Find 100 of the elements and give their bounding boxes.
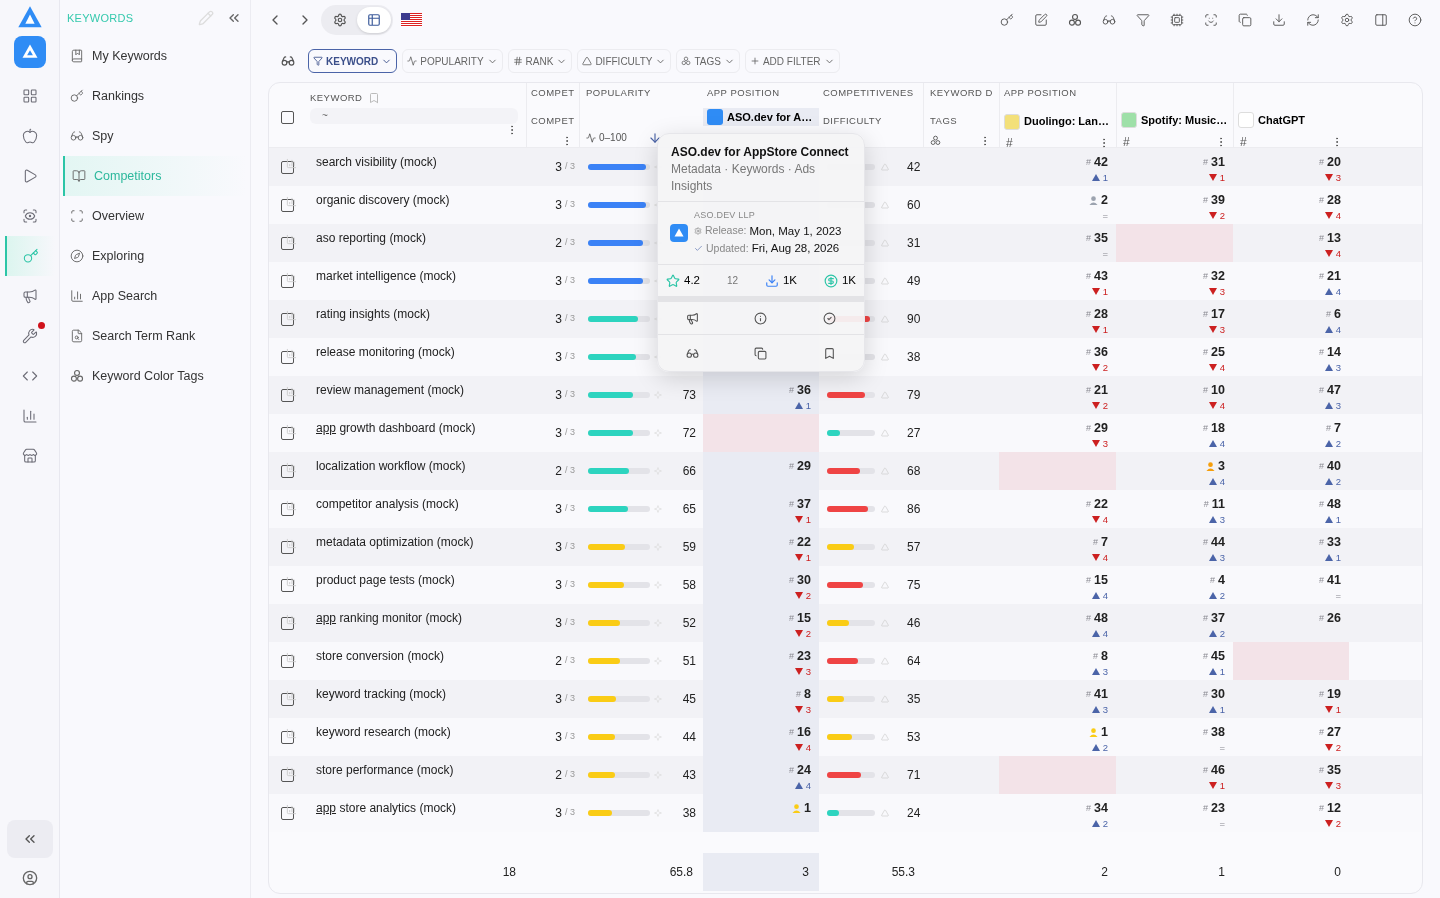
row-checkbox[interactable] bbox=[281, 198, 294, 212]
column-header[interactable]: TAGS bbox=[930, 114, 999, 129]
nav-item[interactable]: Exploring bbox=[63, 236, 247, 276]
keyword-text[interactable]: rating insights (mock) bbox=[316, 305, 431, 323]
keyword-text[interactable]: organic discovery (mock) bbox=[316, 191, 450, 209]
column-header[interactable]: DIFFICULTY bbox=[823, 114, 923, 129]
help-icon[interactable] bbox=[1408, 13, 1422, 27]
settings-icon[interactable] bbox=[1340, 13, 1354, 27]
user-icon[interactable] bbox=[21, 870, 38, 886]
edit-icon[interactable] bbox=[1034, 13, 1048, 27]
column-header[interactable]: KEYWORD D bbox=[930, 86, 999, 101]
column-header[interactable]: POPULARITY bbox=[586, 86, 703, 101]
keyword-text[interactable]: store conversion (mock) bbox=[316, 647, 445, 665]
row-checkbox[interactable] bbox=[281, 312, 294, 326]
row-checkbox[interactable] bbox=[281, 160, 294, 174]
keyword-text[interactable]: app growth dashboard (mock) bbox=[316, 419, 476, 437]
row-checkbox[interactable] bbox=[281, 654, 294, 668]
view-button[interactable] bbox=[357, 7, 391, 33]
megaphone-icon[interactable] bbox=[685, 311, 699, 325]
keyword-filter-field[interactable]: ~ bbox=[310, 108, 518, 125]
row-checkbox[interactable] bbox=[281, 730, 294, 744]
column-header[interactable]: APP POSITION bbox=[703, 86, 819, 101]
row-checkbox[interactable] bbox=[281, 426, 294, 440]
row-checkbox[interactable] bbox=[281, 502, 294, 516]
column-header[interactable]: COMPETITIVENES bbox=[823, 86, 923, 101]
compet-value: 3 bbox=[555, 691, 562, 708]
filter-chip[interactable]: RANK bbox=[507, 49, 573, 73]
keyword-text[interactable]: release monitoring (mock) bbox=[316, 343, 455, 361]
check-circle-icon[interactable] bbox=[823, 311, 837, 325]
keyword-text[interactable]: store performance (mock) bbox=[316, 761, 454, 779]
keyword-text[interactable]: keyword research (mock) bbox=[316, 723, 451, 741]
row-checkbox[interactable] bbox=[281, 692, 294, 706]
app-column-header[interactable]: Spotify: Music… bbox=[1141, 112, 1228, 129]
copy-icon[interactable] bbox=[1238, 13, 1252, 27]
glasses-icon[interactable] bbox=[281, 54, 295, 68]
row-checkbox[interactable] bbox=[281, 768, 294, 782]
column-header[interactable]: COMPET bbox=[531, 114, 579, 129]
glasses-icon[interactable] bbox=[1102, 13, 1116, 27]
nav-item[interactable]: Rankings bbox=[63, 76, 247, 116]
rank-value: 6 bbox=[1334, 306, 1341, 323]
column-header[interactable]: KEYWORD bbox=[310, 91, 363, 106]
key-icon[interactable] bbox=[1000, 13, 1014, 27]
rank-change: 2 bbox=[1324, 475, 1341, 488]
keyword-text[interactable]: review management (mock) bbox=[316, 381, 465, 399]
column-header[interactable]: APP POSITION bbox=[1000, 86, 1116, 101]
glasses-icon[interactable] bbox=[685, 346, 699, 360]
keyword-text[interactable]: keyword tracking (mock) bbox=[316, 685, 447, 703]
keyword-text[interactable]: competitor analysis (mock) bbox=[316, 495, 459, 513]
compet-total: / 3 bbox=[565, 350, 575, 364]
filter-chip[interactable]: DIFFICULTY bbox=[577, 49, 672, 73]
row-checkbox[interactable] bbox=[281, 236, 294, 250]
keyword-text[interactable]: aso reporting (mock) bbox=[316, 229, 427, 247]
download-icon[interactable] bbox=[1272, 13, 1286, 27]
keyword-text[interactable]: product page tests (mock) bbox=[316, 571, 455, 589]
nav-item[interactable]: My Keywords bbox=[63, 36, 247, 76]
filter-chip[interactable]: ADD FILTER bbox=[744, 49, 840, 73]
compet-total: / 3 bbox=[565, 768, 575, 782]
chip-icon[interactable] bbox=[1170, 13, 1184, 27]
app-column-header[interactable]: Duolingo: Lan… bbox=[1024, 113, 1109, 130]
row-checkbox[interactable] bbox=[281, 578, 294, 592]
scan-icon[interactable] bbox=[1204, 13, 1218, 27]
panel-icon[interactable] bbox=[1374, 13, 1388, 27]
filter-chip[interactable]: KEYWORD bbox=[308, 49, 398, 73]
nav-item[interactable]: Search Term Rank bbox=[63, 316, 247, 356]
nav-item[interactable]: Spy bbox=[63, 116, 247, 156]
keyword-text[interactable]: app ranking monitor (mock) bbox=[316, 609, 463, 627]
flag-icon[interactable] bbox=[401, 13, 422, 27]
filter-icon[interactable] bbox=[1136, 13, 1150, 27]
row-checkbox[interactable] bbox=[281, 616, 294, 630]
nav-item[interactable]: App Search bbox=[63, 276, 247, 316]
refresh-icon[interactable] bbox=[1306, 13, 1320, 27]
rank-value: 15 bbox=[797, 610, 811, 627]
nav-item[interactable]: Keyword Color Tags bbox=[63, 356, 247, 396]
row-checkbox[interactable] bbox=[281, 464, 294, 478]
row-checkbox[interactable] bbox=[281, 274, 294, 288]
hash-mark: # bbox=[1319, 231, 1325, 245]
select-all-checkbox[interactable] bbox=[281, 110, 294, 124]
row-checkbox[interactable] bbox=[281, 388, 294, 402]
column-header[interactable]: COMPET bbox=[531, 86, 579, 101]
keyword-text[interactable]: market intelligence (mock) bbox=[316, 267, 457, 285]
rank-change: 4 bbox=[794, 741, 811, 754]
keyword-text[interactable]: metadata optimization (mock) bbox=[316, 533, 474, 551]
keyword-text[interactable]: localization workflow (mock) bbox=[316, 457, 466, 475]
row-checkbox[interactable] bbox=[281, 806, 294, 820]
keyword-text[interactable]: app store analytics (mock) bbox=[316, 799, 457, 817]
app-icon[interactable] bbox=[13, 36, 46, 68]
row-checkbox[interactable] bbox=[281, 540, 294, 554]
bookmark-icon[interactable] bbox=[823, 346, 837, 360]
copy-icon[interactable] bbox=[754, 346, 768, 360]
hash-mark: # bbox=[1203, 535, 1209, 549]
compet-total: / 3 bbox=[565, 692, 575, 706]
info-icon[interactable] bbox=[754, 311, 768, 325]
hash-mark: # bbox=[1203, 611, 1209, 625]
filter-chip[interactable]: POPULARITY bbox=[402, 49, 503, 73]
down-triangle-icon bbox=[1208, 174, 1217, 182]
keyword-text[interactable]: search visibility (mock) bbox=[316, 153, 437, 171]
nav-item[interactable]: Overview bbox=[63, 196, 247, 236]
row-checkbox[interactable] bbox=[281, 350, 294, 364]
filter-chip[interactable]: TAGS bbox=[676, 49, 740, 73]
app-column-header[interactable]: ChatGPT bbox=[1258, 112, 1306, 129]
